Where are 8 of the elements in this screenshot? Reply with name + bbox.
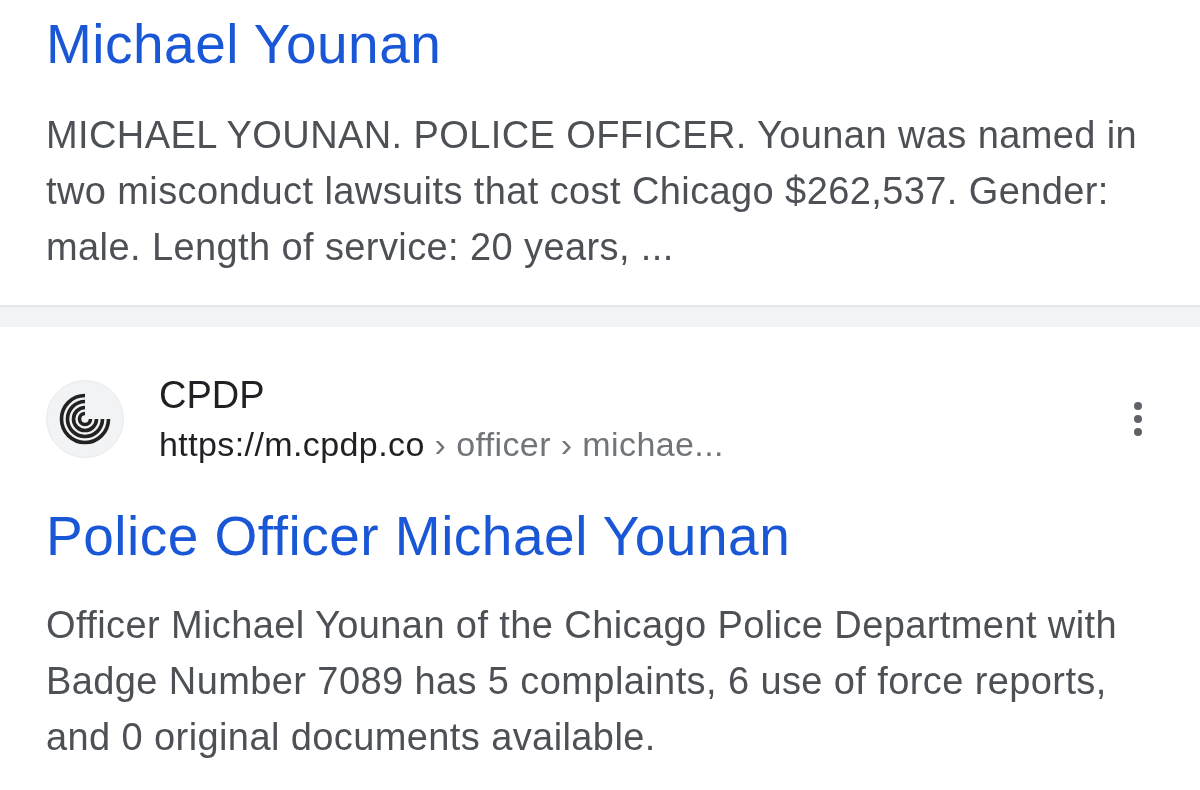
result-snippet: MICHAEL YOUNAN. POLICE OFFICER. Younan was named in two misconduct lawsuits that cost Chicago $262,537. Gender: male. Length of service: 20 years, ...	[46, 113, 1139, 270]
result-title-link[interactable]: Michael Younan	[46, 12, 1165, 76]
result-url[interactable]: https://m.cpdp.co › officer › michae...	[159, 424, 1098, 464]
result-title-link[interactable]: Police Officer Michael Younan	[46, 504, 1165, 568]
result-snippet: Officer Michael Younan of the Chicago Police Department with Badge Number 7089 has 5 complaints, 6 use of force reports, and 0 original documents available.	[46, 603, 1118, 760]
more-options-icon[interactable]	[1133, 401, 1143, 436]
site-name[interactable]: CPDP	[159, 373, 1098, 417]
site-logo-icon	[46, 379, 124, 458]
